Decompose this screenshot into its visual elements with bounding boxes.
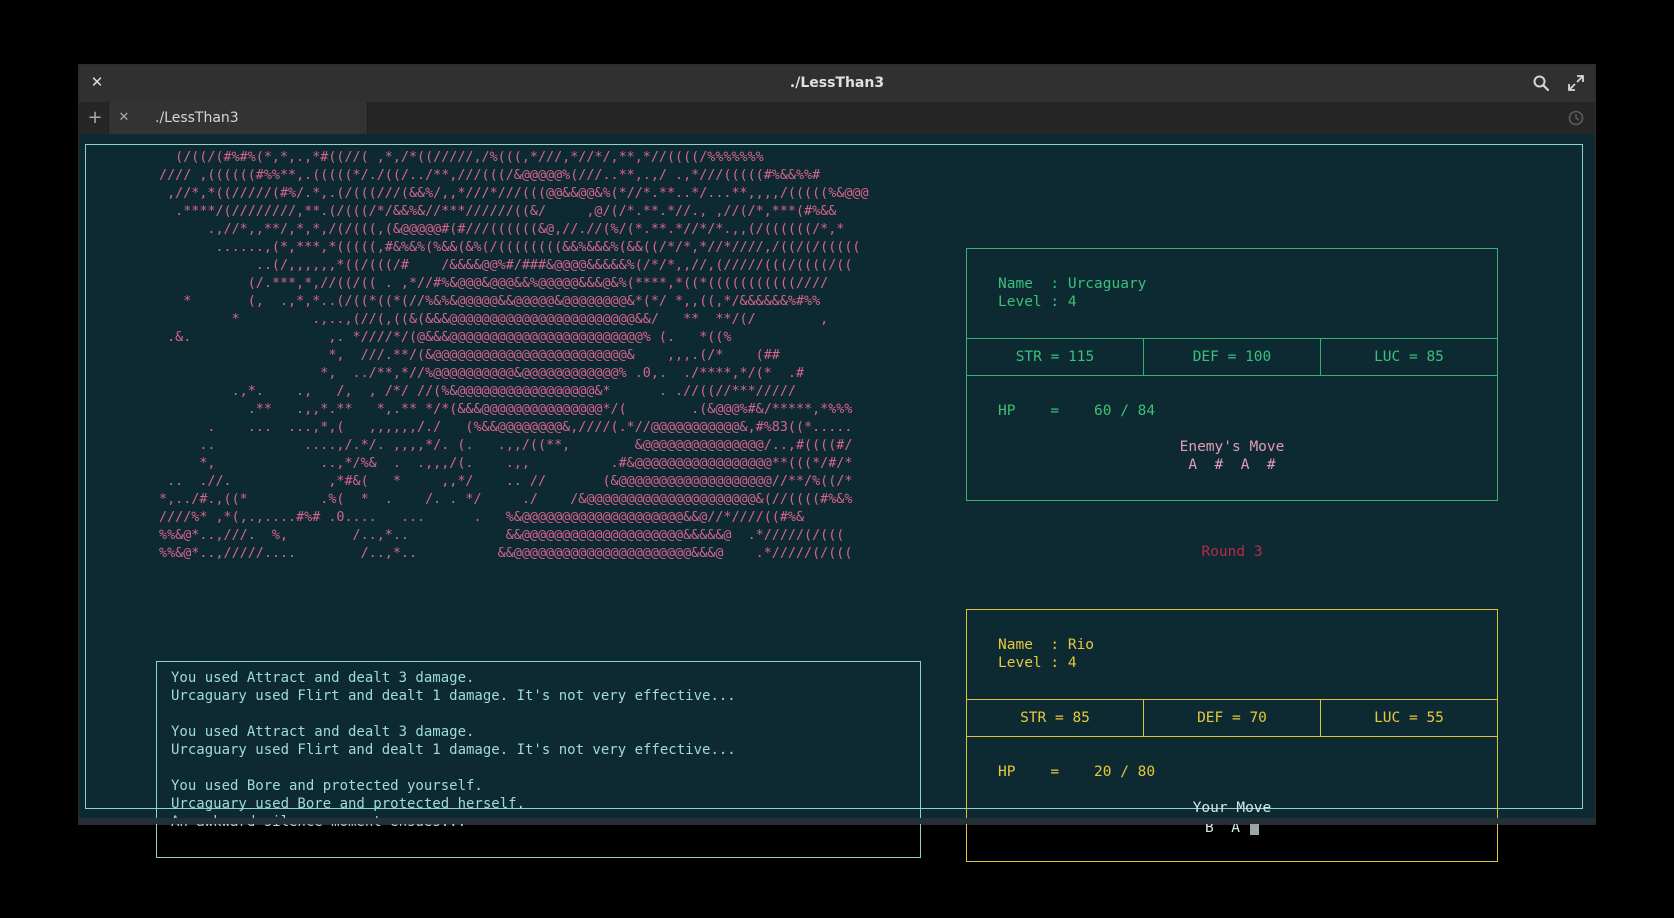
enemy-hp: HP = 60 / 84 bbox=[998, 403, 1156, 419]
player-stats-row: STR = 85 DEF = 70 LUC = 55 bbox=[967, 699, 1497, 737]
player-hp: HP = 20 / 80 bbox=[998, 764, 1156, 780]
battle-log-line: You used Bore and protected yourself. bbox=[171, 778, 483, 794]
tab-bar: + ✕ ./LessThan3 bbox=[79, 102, 1595, 135]
player-name-level: Name : Rio Level : 4 bbox=[998, 636, 1094, 672]
titlebar: ✕ ./LessThan3 bbox=[79, 65, 1595, 102]
battle-log: You used Attract and dealt 3 damage. Urc… bbox=[156, 661, 921, 858]
battle-log-line: Urcaguary used Flirt and dealt 1 damage.… bbox=[171, 742, 736, 758]
enemy-level: Level : 4 bbox=[998, 294, 1077, 310]
player-move-title: Your Move bbox=[1192, 800, 1272, 816]
enemy-move-sequence: A # A # bbox=[1188, 457, 1276, 473]
search-icon[interactable] bbox=[1532, 74, 1550, 92]
player-luc: LUC = 55 bbox=[1320, 700, 1497, 736]
battle-log-line: Urcaguary used Flirt and dealt 1 damage.… bbox=[171, 688, 736, 704]
enemy-stat-panel: Name : Urcaguary Level : 4 STR = 115 DEF… bbox=[966, 248, 1498, 501]
enemy-move-title: Enemy's Move bbox=[1179, 439, 1285, 455]
battle-log-line: Urcaguary used Bore and protected hersel… bbox=[171, 796, 526, 812]
tab-lessthan3[interactable]: ✕ ./LessThan3 bbox=[108, 102, 368, 134]
round-label: Round 3 bbox=[1201, 544, 1263, 560]
player-name: Name : Rio bbox=[998, 637, 1095, 653]
enemy-name-level: Name : Urcaguary Level : 4 bbox=[998, 275, 1146, 311]
enemy-def: DEF = 100 bbox=[1143, 339, 1320, 375]
tab-label: ./LessThan3 bbox=[155, 110, 239, 126]
player-stat-panel: Name : Rio Level : 4 STR = 85 DEF = 70 L… bbox=[966, 609, 1498, 862]
enemy-str: STR = 115 bbox=[1015, 349, 1095, 365]
bottom-strip bbox=[79, 818, 1595, 824]
enemy-name: Name : Urcaguary bbox=[998, 276, 1147, 292]
ascii-art-portrait: (/((/(#%#%(*,*,.,*#((//( ,*,/*((/////,/%… bbox=[159, 150, 869, 561]
player-str: STR = 85 bbox=[1020, 710, 1090, 726]
battle-log-line: You used Attract and dealt 3 damage. bbox=[171, 670, 475, 686]
player-def: DEF = 70 bbox=[1143, 700, 1320, 736]
new-tab-button[interactable]: + bbox=[83, 106, 107, 130]
maximize-icon[interactable] bbox=[1567, 74, 1585, 92]
enemy-luc: LUC = 85 bbox=[1320, 339, 1497, 375]
battle-log-line: You used Attract and dealt 3 damage. bbox=[171, 724, 475, 740]
tab-close-button[interactable]: ✕ bbox=[115, 109, 133, 127]
terminal-area[interactable]: (/((/(#%#%(*,*,.,*#((//( ,*,/*((/////,/%… bbox=[79, 134, 1595, 862]
history-icon[interactable] bbox=[1567, 109, 1585, 127]
player-level: Level : 4 bbox=[998, 655, 1077, 671]
window-title: ./LessThan3 bbox=[789, 75, 885, 91]
enemy-stats-row: STR = 115 DEF = 100 LUC = 85 bbox=[967, 338, 1497, 376]
terminal-window: ✕ ./LessThan3 + ✕ ./LessThan3 (/((/(#%#%… bbox=[79, 65, 1595, 862]
battle-log-text: You used Attract and dealt 3 damage. Urc… bbox=[171, 669, 736, 831]
